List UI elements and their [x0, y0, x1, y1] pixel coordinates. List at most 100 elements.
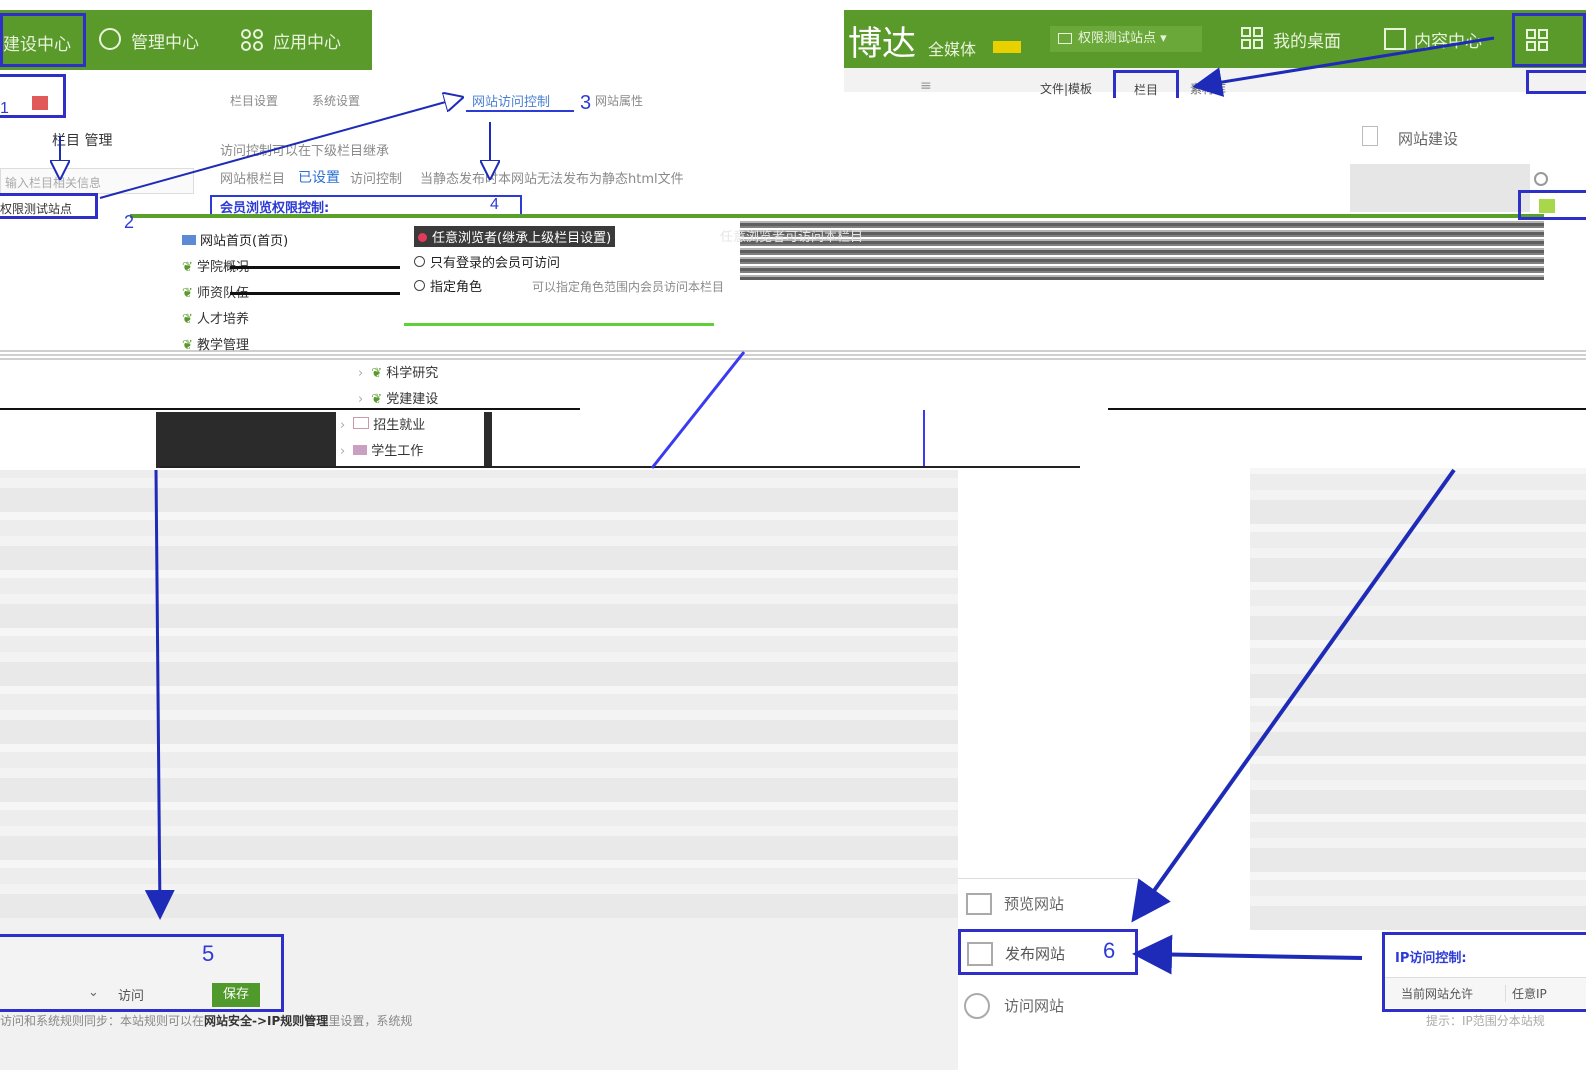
tree-item-talent[interactable]: ❦ 人才培养: [182, 308, 249, 327]
ip-tip: 提示：IP范围分本站规: [1426, 1014, 1545, 1028]
leaf-icon: ❦: [182, 312, 193, 327]
white-region-mid: [958, 468, 1250, 878]
ip-control-title: IP访问控制:: [1395, 951, 1467, 966]
visit-site-item[interactable]: 访问网站: [958, 983, 1138, 1023]
access-root-mode: 访问控制: [350, 172, 403, 187]
preview-site-label: 预览网站: [1004, 895, 1065, 913]
monitor-icon: [1058, 33, 1072, 44]
option-note: 任意浏览者可访问本栏目: [720, 230, 864, 245]
chevron-down-icon[interactable]: ⌄: [88, 985, 99, 1000]
site-select-dropdown[interactable]: 权限测试站点 ▾: [1050, 26, 1202, 52]
brand-logo-sub: 全媒体: [928, 40, 977, 59]
tree-node-icon: [182, 235, 196, 245]
leaf-icon: ❦: [182, 260, 193, 275]
right-site-node-highlight[interactable]: [1518, 190, 1586, 220]
settings-tab-access[interactable]: 网站访问控制: [466, 88, 574, 112]
site-node-icon: [1539, 199, 1555, 213]
website-build-item[interactable]: 网站建设: [1350, 98, 1530, 212]
step-1-label: 1: [0, 100, 9, 117]
site-select-label: 权限测试站点: [1078, 31, 1157, 46]
nav-build-center[interactable]: 建设中心: [0, 13, 86, 67]
ip-current-label: 当前网站允许: [1401, 987, 1474, 1001]
radio-icon: [414, 280, 425, 291]
tab-file-template[interactable]: 文件|模板: [1040, 80, 1092, 97]
option-role[interactable]: 指定角色: [414, 276, 482, 295]
publish-icon: [967, 942, 993, 966]
step-4-label: 4: [490, 196, 499, 213]
tree-item-party[interactable]: › ❦ 党建建设: [358, 388, 438, 407]
publish-site-label: 发布网站: [1005, 945, 1066, 963]
nav-manage-center[interactable]: 管理中心: [131, 28, 199, 53]
tab-column-label: 栏目: [1134, 83, 1159, 97]
apps-icon: [240, 28, 264, 52]
option-any-viewer[interactable]: 任意浏览者(继承上级栏目设置): [414, 226, 616, 247]
bottom-left-hint: 访问和系统规则同步：本站规则可以在网站安全->IP规则管理里设置，系统规: [0, 1012, 412, 1029]
apps-icon: [1525, 28, 1549, 52]
tree-item-research-label: 科学研究: [386, 366, 439, 381]
nav-app-center[interactable]: 应用中心: [273, 28, 341, 53]
settings-tab-site-props[interactable]: 网站属性: [595, 92, 643, 109]
tree-item-admission-label: 招生就业: [373, 418, 426, 433]
folder-icon: [353, 445, 368, 455]
collapse-icon[interactable]: ≡: [920, 78, 932, 94]
option-role-label: 指定角色: [430, 280, 483, 295]
brand-badge: [993, 41, 1021, 53]
chevron-down-icon: ▾: [1160, 31, 1167, 46]
step-2-label: 2: [124, 212, 135, 232]
option-login-only-label: 只有登录的会员可访问: [430, 256, 561, 271]
role-note: 可以指定角色范围内会员访问本栏目: [532, 280, 725, 294]
column-search-placeholder: 输入栏目相关信息: [5, 176, 102, 190]
hint-tail: 里设置，系统规: [328, 1014, 413, 1028]
nav-content-center[interactable]: 内容中心: [1414, 27, 1482, 52]
tree-item-research[interactable]: › ❦ 科学研究: [358, 362, 438, 381]
column-tree: 网站首页(首页) ❦ 学院概况 ❦ 师资队伍 ❦ 人才培养 ❦ 教学管理: [168, 226, 398, 356]
nav-build-center-label: 建设中心: [3, 35, 71, 55]
tab-column[interactable]: 栏目: [1113, 70, 1179, 98]
access-action-label: 访问: [118, 989, 145, 1004]
search-icon[interactable]: [1534, 172, 1548, 186]
ip-control-panel: IP访问控制: 当前网站允许 任意IP: [1382, 932, 1586, 1012]
option-login-only[interactable]: 只有登录的会员可访问: [414, 252, 560, 271]
right-edge-tab[interactable]: [1526, 70, 1586, 94]
tree-item-teaching[interactable]: ❦ 教学管理: [182, 334, 249, 353]
document-add-icon: [1362, 126, 1378, 146]
nav-build-center-right[interactable]: [1512, 13, 1586, 67]
save-button-label: 保存: [222, 987, 249, 1002]
option-any-viewer-label: 任意浏览者(继承上级栏目设置): [432, 231, 612, 246]
tree-item-admission[interactable]: › 招生就业: [340, 414, 432, 433]
tree-item-home[interactable]: 网站首页(首页): [182, 230, 288, 249]
site-root-node[interactable]: 权限测试站点: [0, 193, 98, 219]
step-5-label: 5: [202, 941, 215, 966]
preview-icon: [966, 893, 992, 915]
settings-tab-system[interactable]: 系统设置: [312, 92, 360, 109]
tree-item-student[interactable]: › 学生工作: [340, 440, 430, 459]
ip-any-select[interactable]: 任意IP: [1505, 985, 1547, 1002]
settings-tab-column[interactable]: 栏目设置: [230, 92, 278, 109]
site-root-label: 权限测试站点: [0, 202, 73, 216]
nav-my-desktop[interactable]: 我的桌面: [1273, 27, 1341, 52]
chevron-right-icon: ›: [340, 444, 346, 459]
gray-region-left: [0, 470, 958, 918]
publish-menu: 预览网站 发布网站 6 访问网站: [958, 878, 1138, 1070]
content-icon: [1384, 28, 1406, 50]
leaf-icon: ❦: [182, 286, 193, 301]
publish-site-item[interactable]: 发布网站 6: [958, 929, 1138, 975]
globe-icon: [964, 993, 990, 1019]
left-column-manage[interactable]: 栏目 管理: [0, 118, 200, 160]
step-6-label: 6: [1103, 938, 1116, 963]
access-note: 访问控制可以在下级栏目继承: [220, 144, 390, 159]
chevron-right-icon: ›: [358, 366, 364, 381]
radio-checked-icon: [418, 233, 427, 242]
leaf-icon: ❦: [371, 392, 383, 407]
tab-material[interactable]: 素材库: [1190, 80, 1226, 97]
preview-site-item[interactable]: 预览网站: [958, 883, 1138, 923]
dark-block: [156, 412, 336, 468]
save-button[interactable]: 保存: [212, 983, 260, 1007]
column-search-input[interactable]: 输入栏目相关信息: [0, 168, 194, 194]
dark-block-edge: [484, 412, 492, 468]
brand-logo: 博达: [848, 24, 916, 64]
glitch-band-top: [130, 214, 1544, 218]
long-divider: [160, 466, 1080, 468]
radio-icon: [414, 256, 425, 267]
tree-divider: [0, 408, 580, 410]
